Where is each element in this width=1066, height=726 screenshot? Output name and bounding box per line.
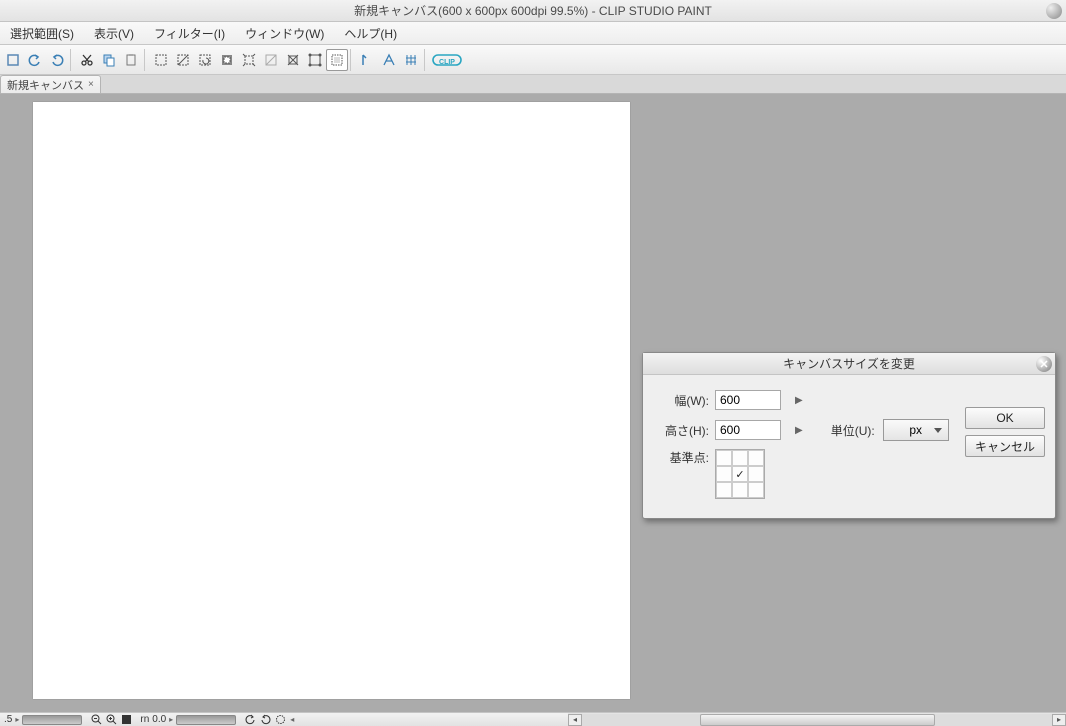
redo-icon[interactable]	[46, 49, 68, 71]
anchor-label: 基準点:	[659, 449, 715, 466]
document-tab-label: 新規キャンバス	[7, 77, 84, 93]
unit-select-value: px	[909, 423, 922, 437]
horizontal-scrollbar: ◂ ▸	[568, 712, 1066, 726]
zoom-in-icon[interactable]	[105, 714, 117, 726]
menu-selection[interactable]: 選択範囲(S)	[0, 22, 84, 45]
window-title: 新規キャンバス(600 x 600px 600dpi 99.5%) - CLIP…	[354, 2, 712, 19]
close-tab-icon[interactable]: ×	[88, 79, 94, 90]
expand-select-icon[interactable]	[238, 49, 260, 71]
anchor-cell-mr[interactable]	[748, 466, 764, 482]
anchor-cell-ml[interactable]	[716, 466, 732, 482]
fit-screen-icon[interactable]	[120, 714, 132, 726]
deselect-icon[interactable]	[172, 49, 194, 71]
document-tab-bar: 新規キャンバス ×	[0, 75, 1066, 94]
height-stepper-icon[interactable]: ▶	[795, 425, 803, 436]
hscroll-track[interactable]	[582, 714, 1052, 726]
anchor-cell-tr[interactable]	[748, 450, 764, 466]
rotate-cw-icon[interactable]	[259, 714, 271, 726]
toolbar-separator	[350, 49, 354, 71]
hscroll-right-icon[interactable]: ▸	[1052, 714, 1066, 726]
menu-help[interactable]: ヘルプ(H)	[334, 22, 407, 45]
height-label: 高さ(H):	[659, 422, 715, 439]
snap-ruler-icon[interactable]	[356, 49, 378, 71]
menu-bar: 選択範囲(S) 表示(V) フィルター(I) ウィンドウ(W) ヘルプ(H)	[0, 22, 1066, 45]
select-rect-icon[interactable]	[150, 49, 172, 71]
anchor-cell-tc[interactable]	[732, 450, 748, 466]
menu-filter[interactable]: フィルター(I)	[144, 22, 235, 45]
status-left-arrow-icon[interactable]: ◂	[290, 715, 294, 724]
clip-icon[interactable]	[2, 49, 24, 71]
svg-text:CLIP: CLIP	[439, 59, 455, 66]
anchor-cell-tl[interactable]	[716, 450, 732, 466]
rotate-reset-icon[interactable]	[274, 714, 286, 726]
canvas[interactable]	[33, 102, 630, 699]
unit-select[interactable]: px	[883, 419, 949, 441]
copy-icon[interactable]	[98, 49, 120, 71]
anchor-cell-center[interactable]	[732, 466, 748, 482]
hscroll-left-icon[interactable]: ◂	[568, 714, 582, 726]
dialog-body: OK キャンセル 幅(W): ▶ 高さ(H): ▶ 単位(U): px 基準点:	[643, 375, 1055, 487]
toolbar-separator	[70, 49, 74, 71]
cut-icon[interactable]	[76, 49, 98, 71]
ok-button[interactable]: OK	[965, 407, 1045, 429]
width-input[interactable]	[715, 390, 781, 410]
clip-studio-badge-icon[interactable]: CLIP	[430, 49, 464, 71]
change-canvas-size-dialog: キャンバスサイズを変更 ✕ OK キャンセル 幅(W): ▶ 高さ(H): ▶ …	[642, 352, 1056, 519]
toolbar: CLIP	[0, 45, 1066, 75]
crop-icon[interactable]	[282, 49, 304, 71]
angle-slider-right-icon[interactable]: ▸	[169, 715, 173, 724]
window-titlebar: 新規キャンバス(600 x 600px 600dpi 99.5%) - CLIP…	[0, 0, 1066, 22]
anchor-cell-bl[interactable]	[716, 482, 732, 498]
menu-view[interactable]: 表示(V)	[84, 22, 144, 45]
dialog-title-bar[interactable]: キャンバスサイズを変更 ✕	[643, 353, 1055, 375]
angle-slider[interactable]	[176, 715, 236, 725]
reselect-icon[interactable]	[194, 49, 216, 71]
toolbar-separator	[424, 49, 428, 71]
dialog-title: キャンバスサイズを変更	[783, 355, 915, 372]
hscroll-thumb[interactable]	[700, 714, 935, 726]
anchor-grid	[715, 449, 765, 499]
transform-icon[interactable]	[304, 49, 326, 71]
rotate-ccw-icon[interactable]	[244, 714, 256, 726]
anchor-cell-br[interactable]	[748, 482, 764, 498]
zoom-value-left: .5	[4, 714, 12, 725]
dialog-close-icon[interactable]: ✕	[1036, 356, 1052, 372]
height-input[interactable]	[715, 420, 781, 440]
border-select-icon[interactable]	[260, 49, 282, 71]
anchor-cell-bc[interactable]	[732, 482, 748, 498]
document-tab[interactable]: 新規キャンバス ×	[0, 75, 101, 93]
paste-icon[interactable]	[120, 49, 142, 71]
zoom-out-icon[interactable]	[90, 714, 102, 726]
snap-perspective-icon[interactable]	[378, 49, 400, 71]
titlebar-orb-icon[interactable]	[1046, 3, 1062, 19]
width-label: 幅(W):	[659, 392, 715, 409]
width-stepper-icon[interactable]: ▶	[795, 395, 803, 406]
snap-grid-icon[interactable]	[400, 49, 422, 71]
angle-value: 0.0	[152, 714, 166, 725]
toolbar-separator	[144, 49, 148, 71]
quickmask-icon[interactable]	[326, 49, 348, 71]
cancel-button[interactable]: キャンセル	[965, 435, 1045, 457]
unit-label: 単位(U):	[831, 422, 875, 439]
zoom-slider-right-icon[interactable]: ▸	[15, 715, 19, 724]
invert-select-icon[interactable]	[216, 49, 238, 71]
undo-icon[interactable]	[24, 49, 46, 71]
zoom-slider[interactable]	[22, 715, 82, 725]
menu-window[interactable]: ウィンドウ(W)	[235, 22, 334, 45]
